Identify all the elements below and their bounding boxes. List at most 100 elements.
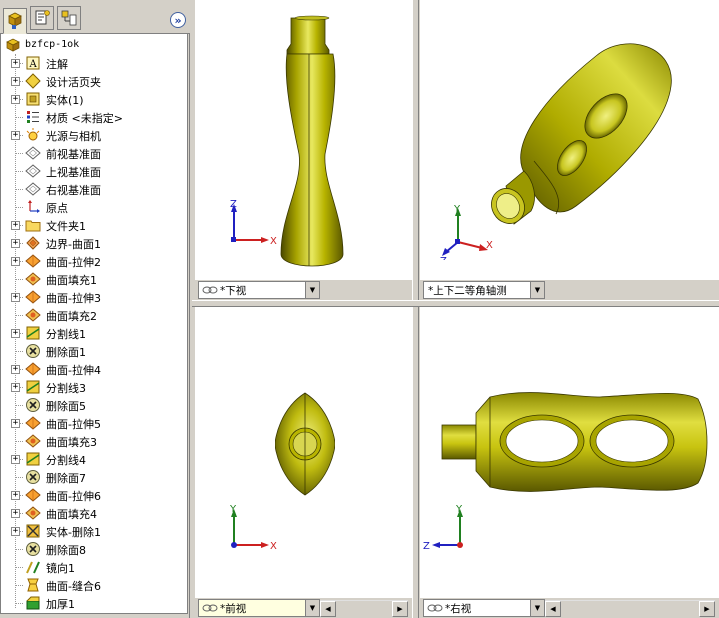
tree-item[interactable]: 曲面填充3 <box>1 432 187 450</box>
tree-root[interactable]: bzfcp-1ok <box>1 36 187 54</box>
tree-item[interactable]: 删除面7 <box>1 468 187 486</box>
tree-item[interactable]: + A 注解 <box>1 54 187 72</box>
expand-toggle[interactable]: + <box>11 419 20 428</box>
tree-item[interactable]: 上视基准面 <box>1 162 187 180</box>
expand-toggle[interactable]: + <box>11 491 20 500</box>
tree-item-label: 设计活页夹 <box>46 76 101 89</box>
split-line-icon <box>25 379 41 395</box>
tree-item[interactable]: + 曲面-拉伸2 <box>1 252 187 270</box>
horizontal-scrollbar[interactable]: ◀ ▶ <box>320 600 408 617</box>
tree-item[interactable]: + 分割线1 <box>1 324 187 342</box>
axis-triad: Y Z <box>422 501 482 553</box>
scroll-right-button[interactable]: ▶ <box>392 601 408 617</box>
scroll-right-button[interactable]: ▶ <box>699 601 715 617</box>
axis-triad: Y X <box>219 501 279 553</box>
delete-face-icon <box>26 344 40 358</box>
material-icon <box>27 111 39 123</box>
tree-item[interactable]: 右视基准面 <box>1 180 187 198</box>
delete-body-icon <box>26 524 40 538</box>
tree-item[interactable]: + 设计活页夹 <box>1 72 187 90</box>
viewport-splitter-horizontal[interactable] <box>192 300 719 307</box>
expand-toggle[interactable]: + <box>11 257 20 266</box>
view-name-combo[interactable]: *前视 ▼ <box>198 599 320 617</box>
expand-toggle[interactable]: + <box>11 365 20 374</box>
configuration-manager-tab[interactable] <box>57 6 81 30</box>
view-name-combo[interactable]: *上下二等角轴测 ▼ <box>423 281 545 299</box>
tree-item[interactable]: 曲面-缝合6 <box>1 576 187 594</box>
viewport-dimetric-view[interactable]: Y X Z *上下二等角轴测 ▼ <box>420 0 719 300</box>
tree-item[interactable]: 曲面填充2 <box>1 306 187 324</box>
tree-item[interactable]: 原点 <box>1 198 187 216</box>
tree-item[interactable]: + 曲面填充4 <box>1 504 187 522</box>
tree-item[interactable]: 镜向1 <box>1 558 187 576</box>
expand-toggle[interactable]: + <box>11 293 20 302</box>
tree-item[interactable]: + 分割线4 <box>1 450 187 468</box>
scroll-left-button[interactable]: ◀ <box>320 601 336 617</box>
chevron-down-icon[interactable]: ▼ <box>305 600 319 616</box>
expand-toggle[interactable]: + <box>11 329 20 338</box>
split-line-icon <box>26 326 40 340</box>
expand-toggle[interactable]: + <box>11 509 20 518</box>
view-name-combo[interactable]: *下视 ▼ <box>198 281 320 299</box>
link-view-icon <box>427 604 443 612</box>
expand-toggle[interactable]: + <box>11 527 20 536</box>
expand-toggle[interactable]: + <box>11 221 20 230</box>
filled-surface-icon <box>25 271 41 287</box>
tree-item[interactable]: 前视基准面 <box>1 144 187 162</box>
tree-item[interactable]: + 边界-曲面1 <box>1 234 187 252</box>
link-view-icon <box>202 604 218 612</box>
panel-tab-bar: » <box>0 0 190 34</box>
expand-toggle[interactable]: + <box>11 239 20 248</box>
tree-item[interactable]: + 光源与相机 <box>1 126 187 144</box>
expand-toggle[interactable]: + <box>11 59 20 68</box>
material-icon <box>25 109 41 125</box>
solid-bodies-icon <box>26 92 40 106</box>
tree-item[interactable]: 加厚1 <box>1 594 187 612</box>
chevron-down-icon[interactable]: ▼ <box>530 282 544 298</box>
feature-manager-tab[interactable] <box>3 8 27 34</box>
tree-item-label: 材质 <未指定> <box>46 112 123 125</box>
axis-label-x: X <box>270 236 277 247</box>
view-name: *下视 <box>220 284 247 297</box>
expand-toggle[interactable]: + <box>11 131 20 140</box>
tree-branch-line <box>15 171 23 172</box>
tree-branch-line <box>15 441 23 442</box>
chevron-down-icon[interactable]: ▼ <box>530 600 544 616</box>
extruded-surface-icon <box>25 416 41 430</box>
axis-label-y: Y <box>453 204 461 215</box>
tree-item[interactable]: + 文件夹1 <box>1 216 187 234</box>
tree-item[interactable]: + 分割线3 <box>1 378 187 396</box>
viewport-bottom-view[interactable]: Z X *下视 ▼ <box>195 0 413 300</box>
scroll-left-button[interactable]: ◀ <box>545 601 561 617</box>
property-manager-tab[interactable] <box>30 6 54 30</box>
tree-item[interactable]: + 曲面-拉伸6 <box>1 486 187 504</box>
tree-item[interactable]: 删除面1 <box>1 342 187 360</box>
view-name: *前视 <box>220 602 247 615</box>
panel-expand-button[interactable]: » <box>170 12 186 28</box>
tree-item[interactable]: 删除面5 <box>1 396 187 414</box>
tree-item[interactable]: + 实体(1) <box>1 90 187 108</box>
tree-item[interactable]: 删除面8 <box>1 540 187 558</box>
horizontal-scrollbar[interactable]: ◀ ▶ <box>545 600 715 617</box>
expand-toggle[interactable]: + <box>11 95 20 104</box>
delete-face-icon <box>25 541 41 557</box>
viewport-splitter-vertical[interactable] <box>412 0 419 618</box>
chevron-down-icon[interactable]: ▼ <box>305 282 319 298</box>
viewport-right-view[interactable]: Y Z *右视 ▼ ◀ ▶ <box>420 307 719 618</box>
delete-face-icon <box>25 397 41 413</box>
tree-item[interactable]: 曲面填充1 <box>1 270 187 288</box>
tree-item-label: 曲面-拉伸3 <box>46 292 101 305</box>
expand-toggle[interactable]: + <box>11 455 20 464</box>
tree-item[interactable]: + 实体-删除1 <box>1 522 187 540</box>
tree-item[interactable]: 材质 <未指定> <box>1 108 187 126</box>
expand-toggle[interactable]: + <box>11 383 20 392</box>
tree-item[interactable]: + 曲面-拉伸4 <box>1 360 187 378</box>
tree-item[interactable]: + 曲面-拉伸5 <box>1 414 187 432</box>
tree-item[interactable]: + 曲面-拉伸3 <box>1 288 187 306</box>
svg-text:A: A <box>29 59 38 70</box>
expand-toggle[interactable]: + <box>11 77 20 86</box>
split-line-icon <box>26 380 40 394</box>
viewport-front-view[interactable]: Y X *前视 ▼ ◀ ▶ <box>195 307 413 618</box>
view-name-combo[interactable]: *右视 ▼ <box>423 599 545 617</box>
tree-item-label: 右视基准面 <box>46 184 101 197</box>
